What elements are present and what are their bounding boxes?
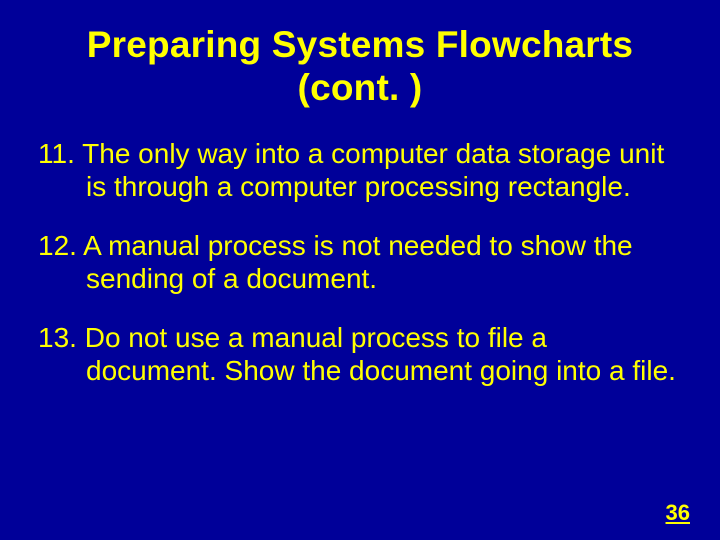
- title-line-2: (cont. ): [298, 67, 423, 108]
- item-text: Do not use a manual process to file a do…: [85, 322, 676, 386]
- numbered-list: 11. The only way into a computer data st…: [38, 137, 682, 387]
- list-item: 13. Do not use a manual process to file …: [38, 321, 682, 387]
- item-text: The only way into a computer data storag…: [82, 138, 664, 202]
- item-number: 13.: [38, 322, 77, 353]
- page-number: 36: [666, 500, 690, 526]
- list-item: 12. A manual process is not needed to sh…: [38, 229, 682, 295]
- list-item: 11. The only way into a computer data st…: [38, 137, 682, 203]
- item-number: 12.: [38, 230, 77, 261]
- title-line-1: Preparing Systems Flowcharts: [87, 24, 633, 65]
- slide: Preparing Systems Flowcharts (cont. ) 11…: [0, 0, 720, 540]
- slide-title: Preparing Systems Flowcharts (cont. ): [38, 24, 682, 109]
- item-text: A manual process is not needed to show t…: [83, 230, 632, 294]
- item-number: 11.: [38, 138, 75, 169]
